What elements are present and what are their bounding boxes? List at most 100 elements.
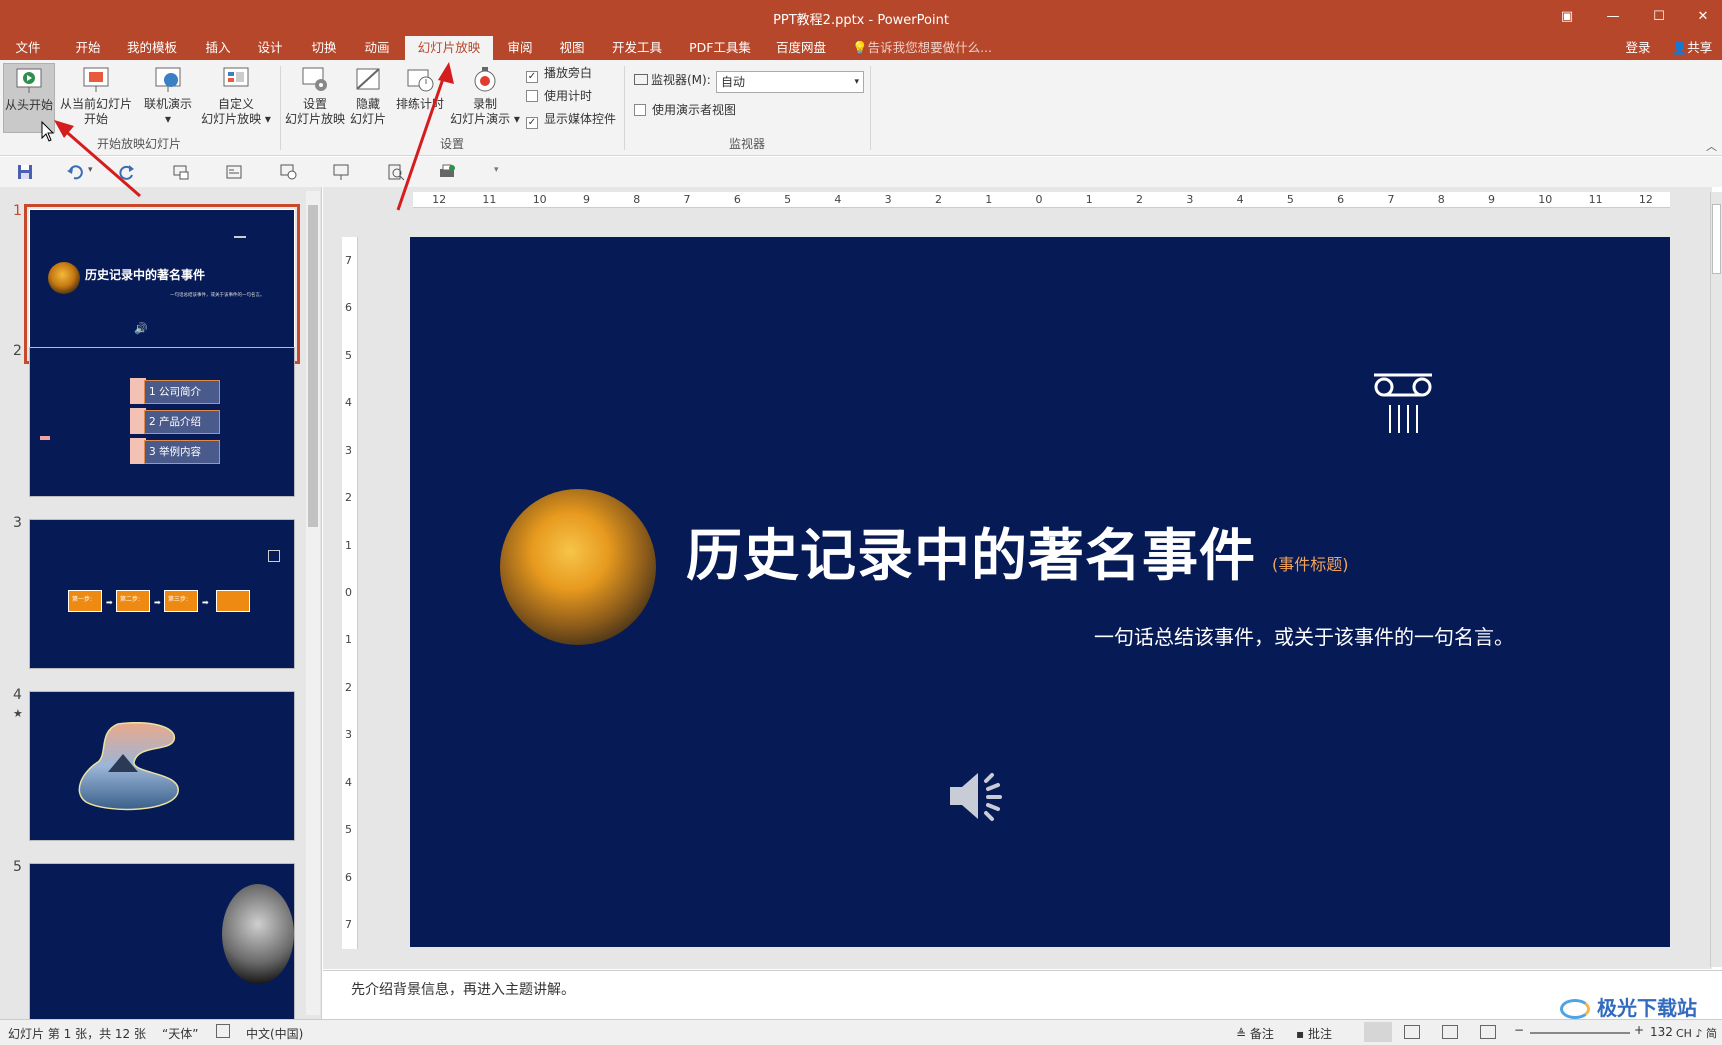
thumbnail-slide-5[interactable] [29,863,295,1019]
agenda-item: 3 举例内容 [144,440,220,464]
present-icon[interactable] [279,163,297,181]
spelling-check-icon[interactable] [216,1024,230,1038]
thumbnail-slide-2[interactable]: 1 公司简介 2 产品介绍 3 举例内容 [29,347,295,497]
ruler-tick-label: 2 [345,680,352,694]
slide-sorter-icon[interactable] [172,163,190,181]
current-slide[interactable]: 历史记录中的著名事件 (事件标题) 一句话总结该事件，或关于该事件的一句名言。 [410,237,1670,947]
customize-qat-icon[interactable]: ▾ [494,165,499,175]
zoom-level[interactable]: 132 [1650,1025,1673,1039]
slide-title-tag[interactable]: (事件标题) [1272,551,1349,575]
slide-sorter-view-icon[interactable] [1404,1025,1420,1039]
sign-in-link[interactable]: 登录 [1616,38,1660,60]
ionic-column-icon[interactable] [1370,367,1436,435]
zoom-in-button[interactable]: + [1634,1023,1644,1037]
collapse-ribbon-icon[interactable]: ︿ [1706,138,1717,154]
from-current-slide-button[interactable]: 从当前幻灯片 开始 [58,65,134,127]
use-timings-checkbox[interactable]: 使用计时 [526,88,592,106]
show-media-controls-checkbox[interactable]: ✓ 显示媒体控件 [526,111,616,129]
slideshow-view-icon[interactable] [1480,1025,1496,1039]
language-indicator[interactable]: 中文(中国) [246,1025,303,1042]
redo-icon[interactable] [118,163,136,181]
tab-animations[interactable]: 动画 [357,38,397,60]
tab-home[interactable]: 开始 [68,38,108,60]
ruler-tick-label: 10 [1538,193,1553,206]
slide-title[interactable]: 历史记录中的著名事件 [686,511,1256,592]
checkmark-icon: ✓ [526,117,538,129]
ruler-tick-label: 3 [1186,193,1194,206]
tab-transitions[interactable]: 切换 [304,38,344,60]
tell-me-search[interactable]: 💡告诉我您想要做什么... [852,38,1002,60]
scrollbar-thumb[interactable] [308,205,318,527]
tab-baidu-netdisk[interactable]: 百度网盘 [770,38,832,60]
ruler-tick-label: 3 [884,193,892,206]
close-button[interactable]: ✕ [1680,4,1722,30]
tab-insert[interactable]: 插入 [198,38,238,60]
tab-file[interactable]: 文件 [8,38,48,60]
rehearse-timings-button[interactable]: 排练计时 [394,65,446,112]
set-up-slide-show-button[interactable]: 设置 幻灯片放映 [282,65,348,127]
custom-slide-show-button[interactable]: 自定义 幻灯片放映 ▾ [198,65,274,127]
hide-slide-button[interactable]: 隐藏 幻灯片 [348,65,388,127]
reading-view-icon[interactable] [1442,1025,1458,1039]
ruler-tick-label: 2 [1136,193,1144,206]
notes-toggle-button[interactable]: ≜ 备注 [1236,1025,1274,1042]
undo-dropdown-icon[interactable]: ▾ [88,165,93,175]
process-step: 第一步: [68,590,102,612]
projector-icon[interactable] [332,163,350,181]
ruler-tick-label: 3 [345,728,352,742]
notes-text[interactable]: 先介绍背景信息，再进入主题讲解。 [351,979,575,999]
save-icon[interactable] [16,163,34,181]
editor-scrollbar[interactable] [1710,192,1722,967]
ruler-tick-label: 7 [345,918,352,932]
lightbulb-icon: 💡 [852,40,868,55]
tab-view[interactable]: 视图 [552,38,592,60]
tab-pdf-tools[interactable]: PDF工具集 [684,38,756,60]
monitor-select[interactable]: 自动 ▾ [716,71,864,93]
comments-toggle-button[interactable]: ▪ 批注 [1296,1025,1332,1042]
ruler-tick-label: 6 [733,193,741,206]
presenter-view-checkbox[interactable]: 使用演示者视图 [634,102,736,120]
ruler-tick-label: 12 [432,193,447,206]
tab-slide-show[interactable]: 幻灯片放映 [405,36,493,60]
maximize-button[interactable]: ☐ [1636,4,1682,30]
ruler-tick-label: 6 [345,301,352,315]
notes-pane[interactable]: 先介绍背景信息，再进入主题讲解。 [323,970,1722,1019]
process-step: 第三步: [164,590,198,612]
hide-slide-icon [356,68,380,90]
zoom-slider[interactable] [1530,1032,1630,1034]
thumbnail-number: 4 [13,687,22,703]
scrollbar-thumb[interactable] [1712,204,1721,274]
thumbnail-slide-4[interactable] [29,691,295,841]
undo-icon[interactable] [66,163,84,181]
print-icon[interactable] [438,163,456,181]
layout-icon[interactable] [225,163,243,181]
share-button[interactable]: 👤共享 [1664,38,1720,60]
slide-subtitle[interactable]: 一句话总结该事件，或关于该事件的一句名言。 [1094,621,1514,650]
tab-design[interactable]: 设计 [250,38,290,60]
present-online-button[interactable]: 联机演示 ▾ [140,65,196,127]
tab-developer[interactable]: 开发工具 [606,38,668,60]
autumn-leaf-image[interactable] [500,489,656,645]
ruler-tick-label: 7 [345,253,352,267]
thumbnails-scrollbar[interactable] [306,191,320,1015]
thumbnail-slide-3[interactable]: 第一步: ➡ 第二步: ➡ 第三步: ➡ [29,519,295,669]
thumbnail-subtitle: 一句话总结该事件，或关于该事件的一句名言。 [170,293,265,298]
zoom-out-button[interactable]: − [1514,1023,1524,1037]
leaf-image [48,262,80,294]
print-preview-icon[interactable] [387,163,405,181]
thumbnail-number: 3 [13,515,22,531]
ribbon-separator [870,66,871,150]
portrait-image [222,884,294,984]
thumbnail-slide-1[interactable]: 历史记录中的著名事件 一句话总结该事件，或关于该事件的一句名言。 🔊 [24,204,300,364]
chevron-down-icon: ▾ [854,77,859,87]
play-narrations-checkbox[interactable]: ✓ 播放旁白 [526,65,592,83]
tab-my-templates[interactable]: 我的模板 [124,38,180,60]
monitor-icon [634,74,648,85]
audio-speaker-icon[interactable] [946,765,1008,827]
comment-icon: ▪ [1296,1027,1308,1041]
record-slide-show-button[interactable]: 录制 幻灯片演示 ▾ [448,65,522,127]
tab-review[interactable]: 审阅 [500,38,540,60]
ribbon-display-options-button[interactable]: ▣ [1544,4,1590,30]
minimize-button[interactable]: — [1590,4,1636,30]
normal-view-icon[interactable] [1364,1022,1392,1042]
